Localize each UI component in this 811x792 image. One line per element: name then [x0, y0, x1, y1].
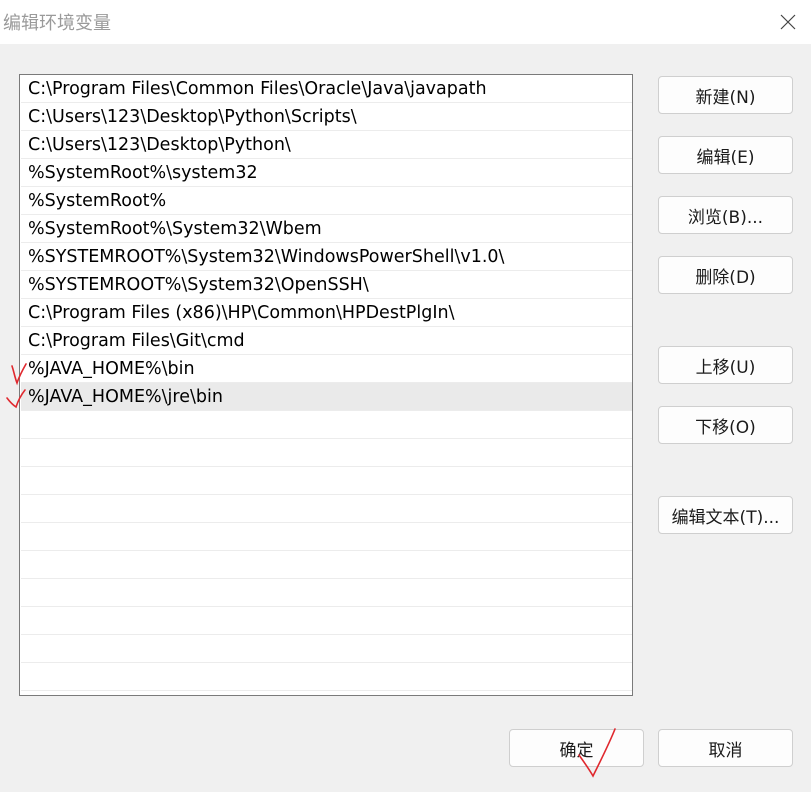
empty-row[interactable]: [21, 439, 632, 467]
empty-row[interactable]: [21, 467, 632, 495]
delete-button[interactable]: 删除(D): [658, 256, 793, 294]
list-item[interactable]: %JAVA_HOME%\bin: [21, 355, 632, 383]
browse-button[interactable]: 浏览(B)...: [658, 196, 793, 234]
list-item[interactable]: C:\Program Files\Git\cmd: [21, 327, 632, 355]
ok-button[interactable]: 确定: [509, 729, 644, 767]
window-title: 编辑环境变量: [3, 13, 111, 34]
empty-row[interactable]: [21, 411, 632, 439]
path-list[interactable]: C:\Program Files\Common Files\Oracle\Jav…: [19, 74, 633, 696]
move-down-button[interactable]: 下移(O): [658, 406, 793, 444]
list-item-selected[interactable]: %JAVA_HOME%\jre\bin: [21, 383, 632, 411]
list-item[interactable]: %SYSTEMROOT%\System32\WindowsPowerShell\…: [21, 243, 632, 271]
new-button[interactable]: 新建(N): [658, 76, 793, 114]
edit-text-button[interactable]: 编辑文本(T)...: [658, 496, 793, 534]
empty-row[interactable]: [21, 579, 632, 607]
empty-row[interactable]: [21, 551, 632, 579]
list-item[interactable]: C:\Users\123\Desktop\Python\Scripts\: [21, 103, 632, 131]
empty-row[interactable]: [21, 523, 632, 551]
empty-row[interactable]: [21, 495, 632, 523]
empty-row[interactable]: [21, 635, 632, 663]
close-button[interactable]: [765, 0, 811, 44]
list-item[interactable]: C:\Program Files\Common Files\Oracle\Jav…: [21, 75, 632, 103]
list-item[interactable]: %SystemRoot%: [21, 187, 632, 215]
list-item[interactable]: %SYSTEMROOT%\System32\OpenSSH\: [21, 271, 632, 299]
list-item[interactable]: %SystemRoot%\System32\Wbem: [21, 215, 632, 243]
cancel-button[interactable]: 取消: [658, 729, 793, 767]
empty-row[interactable]: [21, 607, 632, 635]
list-item[interactable]: %SystemRoot%\system32: [21, 159, 632, 187]
edit-button[interactable]: 编辑(E): [658, 136, 793, 174]
empty-row[interactable]: [21, 663, 632, 691]
list-item[interactable]: C:\Program Files (x86)\HP\Common\HPDestP…: [21, 299, 632, 327]
title-bar: 编辑环境变量: [0, 0, 811, 44]
list-item[interactable]: C:\Users\123\Desktop\Python\: [21, 131, 632, 159]
close-icon: [780, 14, 796, 30]
move-up-button[interactable]: 上移(U): [658, 346, 793, 384]
